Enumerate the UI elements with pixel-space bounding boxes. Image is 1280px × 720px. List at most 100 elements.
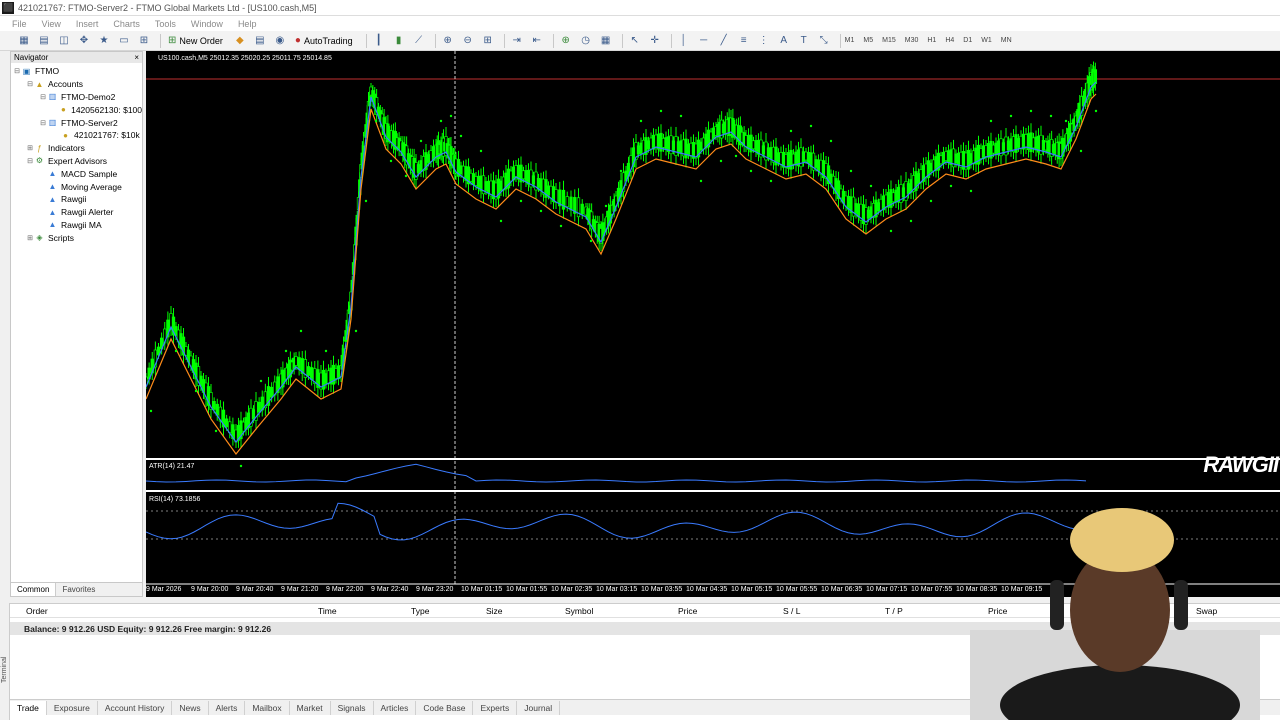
horizontal-line-icon[interactable]: ─: [696, 33, 712, 49]
menu-file[interactable]: File: [12, 19, 27, 29]
time-axis-label: 9 Mar 22:00: [326, 586, 364, 593]
arrows-icon[interactable]: ⤡: [816, 33, 832, 49]
tab-experts[interactable]: Experts: [473, 700, 518, 715]
tab-signals[interactable]: Signals: [331, 700, 374, 715]
nav-item[interactable]: ⊟ ▲ Accounts: [11, 78, 142, 91]
tab-common[interactable]: Common: [11, 583, 57, 596]
menu-view[interactable]: View: [42, 19, 61, 29]
auto-scroll-icon[interactable]: ⇥: [509, 33, 525, 49]
nav-item[interactable]: ● 1420562130: $100: [11, 103, 142, 116]
candlestick-icon[interactable]: ▮: [391, 33, 407, 49]
nav-item[interactable]: ▲ Rawgii MA: [11, 219, 142, 232]
menu-charts[interactable]: Charts: [113, 19, 140, 29]
nav-item[interactable]: ▲ MACD Sample: [11, 167, 142, 180]
tab-mailbox[interactable]: Mailbox: [245, 700, 290, 715]
expand-icon[interactable]: ⊟: [13, 67, 21, 75]
chart-shift-icon[interactable]: ⇤: [529, 33, 545, 49]
tab-code-base[interactable]: Code Base: [416, 700, 474, 715]
tab-market[interactable]: Market: [290, 700, 331, 715]
fibonacci-icon[interactable]: ⋮: [756, 33, 772, 49]
expand-icon[interactable]: ⊟: [26, 80, 34, 88]
tab-favorites[interactable]: Favorites: [56, 583, 101, 596]
data-window-icon[interactable]: ★: [96, 33, 112, 49]
new-chart-icon[interactable]: ▦: [16, 33, 32, 49]
col-sl[interactable]: S / L: [783, 606, 800, 616]
nav-item[interactable]: ⊟ ▥ FTMO-Demo2: [11, 91, 142, 104]
nav-item[interactable]: ▲ Moving Average: [11, 180, 142, 193]
timeframe-d1[interactable]: D1: [963, 37, 972, 44]
signals-icon[interactable]: ◉: [272, 33, 288, 49]
tile-windows-icon[interactable]: ⊞: [480, 33, 496, 49]
menu-window[interactable]: Window: [191, 19, 223, 29]
profiles-icon[interactable]: ▤: [36, 33, 52, 49]
timeframe-w1[interactable]: W1: [981, 37, 992, 44]
nav-item[interactable]: ⊞ ƒ Indicators: [11, 142, 142, 155]
print-icon[interactable]: ▤: [252, 33, 268, 49]
timeframe-m30[interactable]: M30: [905, 37, 919, 44]
tab-trade[interactable]: Trade: [10, 700, 47, 715]
col-symbol[interactable]: Symbol: [565, 606, 593, 616]
ea-icon: ▲: [48, 182, 57, 192]
tester-icon[interactable]: ⊞: [136, 33, 152, 49]
tab-news[interactable]: News: [172, 700, 209, 715]
equidistant-channel-icon[interactable]: ≡: [736, 33, 752, 49]
col-type[interactable]: Type: [411, 606, 429, 616]
periods-icon[interactable]: ◷: [578, 33, 594, 49]
indicators-icon[interactable]: ⊕: [558, 33, 574, 49]
menu-tools[interactable]: Tools: [155, 19, 176, 29]
new-order-label: New Order: [179, 35, 223, 46]
auto-trading-button[interactable]: ● AutoTrading: [292, 33, 356, 49]
col-price[interactable]: Price: [678, 606, 697, 616]
expand-icon[interactable]: ⊞: [26, 144, 34, 152]
nav-item[interactable]: ⊟ ⚙ Expert Advisors: [11, 155, 142, 168]
expand-icon[interactable]: ⊞: [26, 234, 34, 242]
navigator-tree: ⊟ ▣ FTMO ⊟ ▲ Accounts ⊟ ▥ FTMO-Demo2 ● 1420562130:…: [11, 63, 142, 244]
tab-account-history[interactable]: Account History: [98, 700, 173, 715]
tab-articles[interactable]: Articles: [374, 700, 417, 715]
timeframe-mn[interactable]: MN: [1001, 37, 1012, 44]
tab-exposure[interactable]: Exposure: [47, 700, 98, 715]
nav-item[interactable]: ▲ Rawgii Alerter: [11, 206, 142, 219]
line-chart-icon[interactable]: ⟋: [411, 33, 427, 49]
expand-icon[interactable]: ⊟: [26, 157, 34, 165]
menu-help[interactable]: Help: [238, 19, 257, 29]
close-icon[interactable]: ×: [134, 52, 139, 63]
timeframe-h4[interactable]: H4: [945, 37, 954, 44]
cursor-icon[interactable]: ↖: [627, 33, 643, 49]
col-tp[interactable]: T / P: [885, 606, 903, 616]
crosshair-icon[interactable]: ✛: [647, 33, 663, 49]
timeframe-m5[interactable]: M5: [863, 37, 873, 44]
text-icon[interactable]: A: [776, 33, 792, 49]
auto-trading-icon: ●: [294, 35, 301, 46]
metaeditor-icon[interactable]: ◆: [232, 33, 248, 49]
timeframe-m1[interactable]: M1: [845, 37, 855, 44]
expand-icon[interactable]: ⊟: [39, 119, 47, 127]
time-axis-label: 10 Mar 07:15: [866, 586, 908, 593]
col-order[interactable]: Order: [26, 606, 48, 616]
tab-alerts[interactable]: Alerts: [209, 700, 246, 715]
zoom-out-icon[interactable]: ⊖: [460, 33, 476, 49]
text-label-icon[interactable]: T: [796, 33, 812, 49]
nav-item[interactable]: ⊞ ◈ Scripts: [11, 231, 142, 244]
col-size[interactable]: Size: [486, 606, 503, 616]
navigator-icon[interactable]: ✥: [76, 33, 92, 49]
nav-item-label: Rawgii: [61, 194, 87, 205]
bar-chart-icon[interactable]: ┃: [371, 33, 387, 49]
trendline-icon[interactable]: ╱: [716, 33, 732, 49]
tab-journal[interactable]: Journal: [517, 700, 561, 715]
vertical-line-icon[interactable]: │: [676, 33, 692, 49]
nav-item[interactable]: ⊟ ▥ FTMO-Server2: [11, 116, 142, 129]
timeframe-h1[interactable]: H1: [927, 37, 936, 44]
col-time[interactable]: Time: [318, 606, 337, 616]
market-watch-icon[interactable]: ◫: [56, 33, 72, 49]
templates-icon[interactable]: ▦: [598, 33, 614, 49]
menu-insert[interactable]: Insert: [76, 19, 99, 29]
nav-item[interactable]: ● 421021767: $10k: [11, 129, 142, 142]
expand-icon[interactable]: ⊟: [39, 93, 47, 101]
nav-item[interactable]: ⊟ ▣ FTMO: [11, 65, 142, 78]
terminal-icon[interactable]: ▭: [116, 33, 132, 49]
timeframe-m15[interactable]: M15: [882, 37, 896, 44]
nav-item[interactable]: ▲ Rawgii: [11, 193, 142, 206]
new-order-button[interactable]: ⊞ New Order: [165, 33, 226, 49]
zoom-in-icon[interactable]: ⊕: [440, 33, 456, 49]
